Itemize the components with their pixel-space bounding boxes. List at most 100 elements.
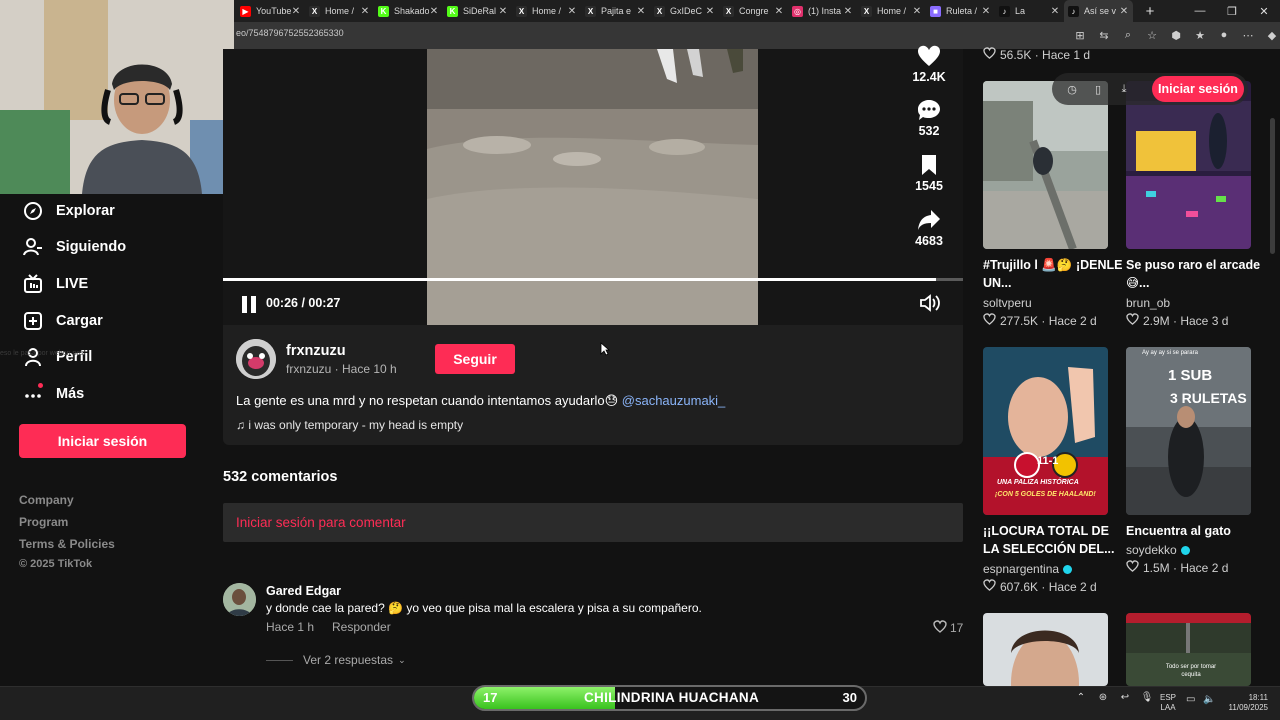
tab-close-icon[interactable]: ✕ bbox=[567, 6, 577, 17]
card-title[interactable]: Se puso raro el arcade 😅... bbox=[1126, 256, 1266, 292]
phone-icon[interactable]: ▯ bbox=[1090, 81, 1106, 97]
card-author[interactable]: espnargentina bbox=[983, 562, 1073, 576]
tab-close-icon[interactable]: ✕ bbox=[291, 6, 301, 17]
copilot-icon[interactable]: ◆ bbox=[1260, 26, 1280, 44]
share-icon[interactable] bbox=[905, 207, 953, 233]
sidebar-item-explorar[interactable]: Explorar bbox=[22, 199, 115, 223]
footer-link-program[interactable]: Program bbox=[19, 515, 68, 529]
pause-button[interactable] bbox=[241, 296, 257, 313]
display-icon[interactable]: ▭ bbox=[1186, 694, 1195, 705]
system-clock[interactable]: 18:11 11/09/2025 bbox=[1222, 693, 1268, 713]
tab-close-icon[interactable]: ✕ bbox=[429, 6, 439, 17]
browser-tab[interactable]: ◎ (1) Insta ✕ bbox=[788, 0, 857, 22]
url-field[interactable]: eo/7548796752552365330 bbox=[236, 28, 344, 38]
like-action[interactable]: 12.4K bbox=[905, 43, 953, 84]
extensions-icon[interactable]: ⬢ bbox=[1164, 26, 1188, 44]
browser-tab[interactable]: K SiDeRal ✕ bbox=[443, 0, 512, 22]
tab-close-icon[interactable]: ✕ bbox=[705, 6, 715, 17]
follow-button[interactable]: Seguir bbox=[435, 344, 515, 374]
card-title[interactable]: Encuentra al gato bbox=[1126, 522, 1266, 540]
author-avatar[interactable] bbox=[236, 339, 276, 379]
tab-close-icon[interactable]: ✕ bbox=[636, 6, 646, 17]
reply-button[interactable]: Responder bbox=[332, 620, 391, 634]
download-icon[interactable]: ⤓ bbox=[1116, 81, 1132, 97]
sidebar-login-button[interactable]: Iniciar sesión bbox=[19, 424, 186, 458]
video-thumbnail[interactable]: Todo ser por tomar cequita bbox=[1126, 613, 1251, 686]
share-action[interactable]: 4683 bbox=[905, 207, 953, 248]
video-player[interactable]: 00:26 / 00:27 bbox=[223, 49, 963, 325]
video-frame[interactable] bbox=[427, 49, 758, 325]
new-tab-button[interactable]: + bbox=[1139, 0, 1161, 22]
translate-icon[interactable]: ⇆ bbox=[1092, 26, 1116, 44]
language-indicator[interactable]: ESP LAA bbox=[1160, 693, 1176, 713]
browser-tab[interactable]: X Pajita e ✕ bbox=[581, 0, 650, 22]
zoom-icon[interactable]: ⌕ bbox=[1116, 26, 1140, 44]
minimize-button[interactable]: — bbox=[1184, 0, 1216, 22]
browser-tab[interactable]: X Congre ✕ bbox=[719, 0, 788, 22]
sidebar-item-siguiendo[interactable]: Siguiendo bbox=[22, 235, 126, 259]
apps-icon[interactable]: ⊞ bbox=[1068, 26, 1092, 44]
close-window-button[interactable]: ✕ bbox=[1248, 0, 1280, 22]
browser-tab[interactable]: ■ Ruleta / ✕ bbox=[926, 0, 995, 22]
favorite-star-icon[interactable]: ☆ bbox=[1140, 26, 1164, 44]
browser-tab[interactable]: X Home / ✕ bbox=[857, 0, 926, 22]
card-title[interactable]: ¡¡LOCURA TOTAL DE LA SELECCIÓN DEL... bbox=[983, 522, 1123, 558]
profile-avatar-icon[interactable]: ● bbox=[1212, 26, 1236, 44]
tab-close-icon[interactable]: ✕ bbox=[981, 6, 991, 17]
tab-close-icon[interactable]: ✕ bbox=[774, 6, 784, 17]
menu-dots-icon[interactable]: ⋯ bbox=[1236, 26, 1260, 44]
sidebar-item-cargar[interactable]: Cargar bbox=[22, 309, 103, 333]
login-to-comment[interactable]: Iniciar sesión para comentar bbox=[223, 503, 963, 542]
tab-close-icon[interactable]: ✕ bbox=[912, 6, 922, 17]
maximize-button[interactable]: ❐ bbox=[1216, 0, 1248, 22]
tab-close-icon[interactable]: ✕ bbox=[1119, 6, 1129, 17]
back-icon[interactable]: ↩ bbox=[1114, 692, 1136, 703]
network-icon[interactable]: ⊛ bbox=[1092, 692, 1114, 703]
favorites-icon[interactable]: ★ bbox=[1188, 26, 1212, 44]
card-title[interactable]: #Trujillo l 🚨🤔 ¡DENLE UN... bbox=[983, 256, 1123, 292]
heart-icon[interactable] bbox=[905, 43, 953, 69]
video-thumbnail[interactable] bbox=[1126, 81, 1251, 249]
caption-mention[interactable]: @sachauzumaki_ bbox=[622, 393, 726, 408]
browser-tab[interactable]: X Home / ✕ bbox=[305, 0, 374, 22]
browser-tab[interactable]: ▶ YouTube ✕ bbox=[236, 0, 305, 22]
tab-close-icon[interactable]: ✕ bbox=[1050, 6, 1060, 17]
browser-tab[interactable]: K Shakado ✕ bbox=[374, 0, 443, 22]
right-column-scrollbar[interactable] bbox=[1270, 118, 1275, 254]
tab-close-icon[interactable]: ✕ bbox=[360, 6, 370, 17]
card-author[interactable]: soydekko bbox=[1126, 543, 1190, 557]
comment-like-button[interactable]: 17 bbox=[933, 620, 963, 636]
speed-icon[interactable]: ◷ bbox=[1064, 81, 1080, 97]
speaker-icon[interactable]: 🔈 bbox=[1203, 694, 1215, 705]
video-progress-bar[interactable] bbox=[223, 278, 963, 281]
tab-close-icon[interactable]: ✕ bbox=[843, 6, 853, 17]
bookmark-action[interactable]: 1545 bbox=[905, 152, 953, 193]
comment-username[interactable]: Gared Edgar bbox=[266, 584, 341, 598]
card-author[interactable]: soltvperu bbox=[983, 296, 1032, 310]
comment-avatar[interactable] bbox=[223, 583, 256, 616]
video-thumbnail[interactable] bbox=[983, 613, 1108, 686]
view-replies-button[interactable]: Ver 2 respuestas ⌄ bbox=[266, 653, 406, 667]
browser-tab[interactable]: X Home / ✕ bbox=[512, 0, 581, 22]
tab-close-icon[interactable]: ✕ bbox=[498, 6, 508, 17]
footer-link-company[interactable]: Company bbox=[19, 493, 74, 507]
overlay-login-button[interactable]: Iniciar sesión bbox=[1152, 76, 1244, 102]
comment-action[interactable]: 532 bbox=[905, 97, 953, 138]
card-author[interactable]: brun_ob bbox=[1126, 296, 1170, 310]
microphone-icon[interactable]: 🎙 bbox=[1136, 692, 1158, 703]
music-info[interactable]: ♫ i was only temporary - my head is empt… bbox=[236, 418, 463, 432]
video-thumbnail[interactable]: 11-1 UNA PALIZA HISTÓRICA ¡CON 5 GOLES D… bbox=[983, 347, 1108, 515]
video-thumbnail[interactable]: Ay ay ay si se parara 1 SUB 3 RULETAS bbox=[1126, 347, 1251, 515]
browser-tab[interactable]: ♪ Así se v ✕ bbox=[1064, 0, 1133, 22]
volume-icon[interactable] bbox=[919, 293, 941, 313]
author-username[interactable]: frxnzuzu bbox=[286, 343, 346, 359]
browser-tab[interactable]: ♪ La ✕ bbox=[995, 0, 1064, 22]
sidebar-item-mas[interactable]: Más bbox=[22, 382, 84, 406]
comment-icon[interactable] bbox=[905, 97, 953, 123]
chevron-up-icon[interactable]: ⌃ bbox=[1070, 692, 1092, 703]
bookmark-icon[interactable] bbox=[905, 152, 953, 178]
sidebar-item-live[interactable]: LIVE bbox=[22, 272, 88, 296]
browser-tab[interactable]: X GxIDeC ✕ bbox=[650, 0, 719, 22]
video-thumbnail[interactable] bbox=[983, 81, 1108, 249]
sidebar-item-perfil[interactable]: Perfil bbox=[22, 345, 92, 369]
